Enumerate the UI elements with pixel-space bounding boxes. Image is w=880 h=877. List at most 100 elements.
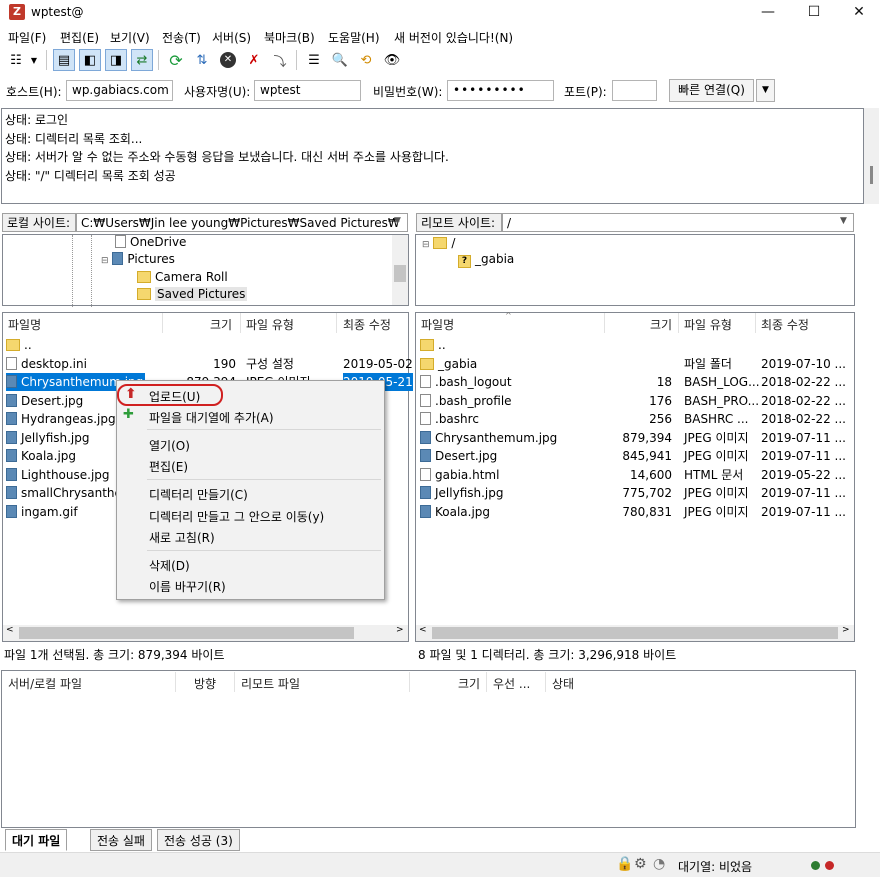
directory-comparison-icon[interactable]: 🔍 xyxy=(329,49,351,71)
close-button[interactable]: ✕ xyxy=(836,0,880,26)
file-row[interactable]: Koala.jpg 780,831 JPEG 이미지 2019-07-11 ... xyxy=(420,503,852,522)
menu-edit[interactable]: 편집(E) xyxy=(60,29,99,46)
file-row[interactable]: Desert.jpg 845,941 JPEG 이미지 2019-07-11 ... xyxy=(420,447,852,466)
password-input[interactable]: ••••••••• xyxy=(447,80,554,101)
toggle-queue-icon[interactable]: ⇄ xyxy=(131,49,153,71)
speed-limit-icon[interactable]: ◔ xyxy=(653,856,665,872)
directory-listing-filter-icon[interactable]: ☰ xyxy=(303,49,325,71)
menu-edit-file[interactable]: 편집(E) xyxy=(149,458,188,475)
tab-queued-files[interactable]: 대기 파일 xyxy=(5,829,68,851)
file-row[interactable]: .. xyxy=(6,336,408,355)
tab-failed-transfers[interactable]: 전송 실패 xyxy=(90,829,152,851)
file-row[interactable]: .bash_logout 18 BASH_LOG... 2018-02-22 ... xyxy=(420,373,852,392)
local-horizontal-scrollbar[interactable]: < > xyxy=(3,625,408,641)
tree-item-saved-pictures[interactable]: Saved Pictures xyxy=(137,287,248,301)
queue-header-size[interactable]: 크기 xyxy=(458,675,480,692)
toggle-message-log-icon[interactable]: ▤ xyxy=(53,49,75,71)
site-manager-dropdown-icon[interactable]: ▼ xyxy=(27,49,41,71)
menu-refresh[interactable]: 새로 고침(R) xyxy=(149,529,215,546)
remote-horizontal-scrollbar[interactable]: < > xyxy=(416,625,854,641)
column-separator[interactable] xyxy=(240,313,241,333)
search-remote-files-icon[interactable]: 👁 xyxy=(381,49,403,71)
reconnect-icon[interactable]: ⤵ xyxy=(269,49,291,71)
refresh-icon[interactable]: ⟳ xyxy=(165,49,187,71)
menu-delete[interactable]: 삭제(D) xyxy=(149,557,190,574)
local-path-input[interactable]: C:₩Users₩Jin lee young₩Pictures₩Saved Pi… xyxy=(76,213,408,232)
menu-create-directory[interactable]: 디렉터리 만들기(C) xyxy=(149,486,248,503)
column-separator[interactable] xyxy=(234,672,235,692)
transfer-queue[interactable] xyxy=(1,670,856,828)
local-tree-scrollbar[interactable] xyxy=(392,235,408,305)
column-separator[interactable] xyxy=(175,672,176,692)
menu-server[interactable]: 서버(S) xyxy=(212,29,251,46)
tree-item-gabia[interactable]: ? _gabia xyxy=(458,252,514,268)
local-header-size[interactable]: 크기 xyxy=(210,316,232,333)
menu-view[interactable]: 보기(V) xyxy=(110,29,150,46)
remote-header-type[interactable]: 파일 유형 xyxy=(684,316,732,333)
scroll-right-icon[interactable]: > xyxy=(842,625,850,635)
quickconnect-history-dropdown[interactable]: ▼ xyxy=(756,79,775,102)
username-input[interactable]: wptest xyxy=(254,80,361,101)
host-input[interactable]: wp.gabiacs.com xyxy=(66,80,173,101)
menu-rename[interactable]: 이름 바꾸기(R) xyxy=(149,578,226,595)
column-separator[interactable] xyxy=(409,672,410,692)
toggle-local-tree-icon[interactable]: ◧ xyxy=(79,49,101,71)
site-manager-icon[interactable]: ☷ xyxy=(5,49,27,71)
scroll-left-icon[interactable]: < xyxy=(419,625,427,635)
maximize-button[interactable]: ☐ xyxy=(791,0,837,26)
file-row[interactable]: .bashrc 256 BASHRC ... 2018-02-22 ... xyxy=(420,410,852,429)
menu-file[interactable]: 파일(F) xyxy=(8,29,46,46)
remote-path-dropdown-icon[interactable]: ▼ xyxy=(840,216,847,226)
column-separator[interactable] xyxy=(486,672,487,692)
file-row[interactable]: desktop.ini 190 구성 설정 2019-05-02 xyxy=(6,355,413,374)
menu-new-version[interactable]: 새 버전이 있습니다!(N) xyxy=(394,29,513,46)
scroll-right-icon[interactable]: > xyxy=(396,625,404,635)
local-header-filename[interactable]: 파일명 xyxy=(8,316,41,333)
collapse-icon[interactable]: ⊟ xyxy=(422,240,430,250)
menu-open[interactable]: 열기(O) xyxy=(149,437,190,454)
menu-help[interactable]: 도움말(H) xyxy=(328,29,380,46)
column-separator[interactable] xyxy=(336,313,337,333)
quickconnect-button[interactable]: 빠른 연결(Q) xyxy=(669,79,754,102)
file-row[interactable]: Chrysanthemum.jpg 879,394 JPEG 이미지 2019-07-… xyxy=(420,429,852,448)
scroll-thumb[interactable] xyxy=(432,627,838,639)
message-log[interactable]: 상태: 로그인 상태: 디렉터리 목록 조회... 상태: 서버가 알 수 없는… xyxy=(1,108,864,204)
gear-icon[interactable]: ⚙ xyxy=(634,856,647,872)
file-row[interactable]: Jellyfish.jpg 775,702 JPEG 이미지 2019-07-11 .… xyxy=(420,484,852,503)
queue-header-local-file[interactable]: 서버/로컬 파일 xyxy=(8,675,82,692)
remote-path-input[interactable]: / xyxy=(502,213,854,232)
tab-successful-transfers[interactable]: 전송 성공 (3) xyxy=(157,829,240,851)
process-queue-icon[interactable]: ⇅ xyxy=(191,49,213,71)
message-log-scrollbar[interactable] xyxy=(864,108,879,204)
column-separator[interactable] xyxy=(678,313,679,333)
tree-item-root[interactable]: ⊟ / xyxy=(422,236,455,250)
column-separator[interactable] xyxy=(755,313,756,333)
collapse-icon[interactable]: ⊟ xyxy=(101,256,109,266)
file-row[interactable]: .bash_profile 176 BASH_PRO... 2018-02-22 ..… xyxy=(420,392,852,411)
tree-item-onedrive[interactable]: OneDrive xyxy=(115,235,186,249)
port-input[interactable] xyxy=(612,80,657,101)
disconnect-icon[interactable]: ✗ xyxy=(243,49,265,71)
queue-header-direction[interactable]: 방향 xyxy=(194,675,216,692)
local-header-modified[interactable]: 최종 수정 xyxy=(343,316,391,333)
menu-upload[interactable]: 업로드(U) xyxy=(149,388,200,405)
remote-header-filename[interactable]: 파일명 xyxy=(421,316,454,333)
toggle-remote-tree-icon[interactable]: ◨ xyxy=(105,49,127,71)
column-separator[interactable] xyxy=(545,672,546,692)
minimize-button[interactable]: — xyxy=(745,0,791,26)
remote-header-size[interactable]: 크기 xyxy=(650,316,672,333)
scroll-left-icon[interactable]: < xyxy=(6,625,14,635)
menu-add-to-queue[interactable]: 파일을 대기열에 추가(A) xyxy=(149,409,274,426)
tree-item-pictures[interactable]: ⊟ Pictures xyxy=(101,252,175,266)
local-path-dropdown-icon[interactable]: ▼ xyxy=(394,216,401,226)
synchronized-browsing-icon[interactable]: ⟲ xyxy=(355,49,377,71)
queue-header-status[interactable]: 상태 xyxy=(552,675,574,692)
local-directory-tree[interactable]: OneDrive ⊟ Pictures Camera Roll Saved Pi… xyxy=(2,234,409,307)
tree-item-camera-roll[interactable]: Camera Roll xyxy=(137,270,228,284)
file-row[interactable]: gabia.html 14,600 HTML 문서 2019-05-22 ... xyxy=(420,466,852,485)
remote-header-modified[interactable]: 최종 수정 xyxy=(761,316,809,333)
cancel-icon[interactable]: ✕ xyxy=(217,49,239,71)
file-row[interactable]: _gabia 파일 폴더 2019-07-10 ... xyxy=(420,355,852,374)
column-separator[interactable] xyxy=(162,313,163,333)
menu-transfer[interactable]: 전송(T) xyxy=(162,29,201,46)
